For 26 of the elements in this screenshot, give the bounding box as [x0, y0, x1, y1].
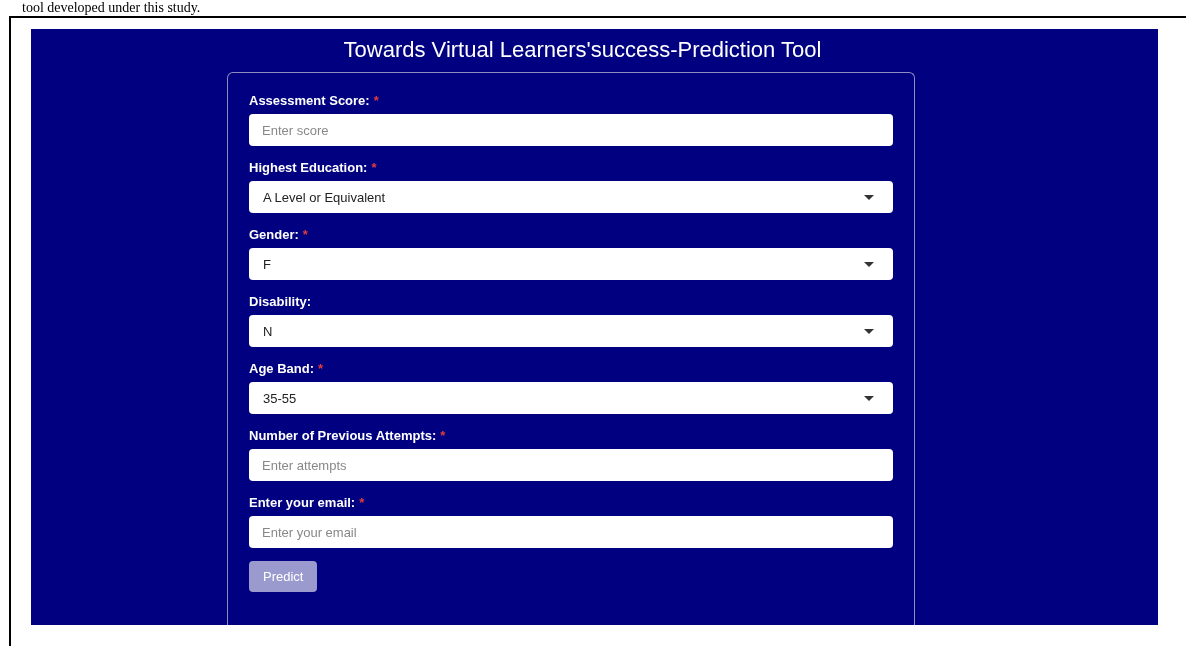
input-field[interactable]: Enter attempts — [249, 449, 893, 481]
required-mark: * — [318, 361, 324, 376]
field-label: Assessment Score: — [249, 93, 370, 108]
required-mark: * — [359, 495, 365, 510]
caption-text: tool developed under this study. — [21, 0, 202, 16]
caret-icon — [864, 328, 874, 334]
field-label: Disability: — [249, 294, 312, 309]
field-label: Age Band: — [249, 361, 314, 376]
dropdown[interactable]: A Level or Equivalent — [249, 181, 893, 213]
field-label: Enter your email: — [249, 495, 356, 510]
dropdown[interactable]: 35-55 — [249, 382, 893, 414]
dropdown[interactable]: N — [249, 315, 893, 347]
field-label: Highest Education: — [249, 160, 368, 175]
dropdown[interactable]: F — [249, 248, 893, 280]
app-title: Towards Virtual Learners'success-Prediction Tool — [342, 37, 823, 63]
caret-icon — [864, 395, 874, 401]
input-field[interactable]: Enter score — [249, 114, 893, 146]
required-mark: * — [302, 227, 308, 242]
field-label: Number of Previous Attempts: — [249, 428, 437, 443]
required-mark: * — [373, 93, 379, 108]
caret-icon — [864, 194, 874, 200]
required-mark: * — [371, 160, 377, 175]
caret-icon — [864, 261, 874, 267]
input-field[interactable]: Enter your email — [249, 516, 893, 548]
required-mark: * — [440, 428, 446, 443]
field-label: Gender: — [249, 227, 299, 242]
